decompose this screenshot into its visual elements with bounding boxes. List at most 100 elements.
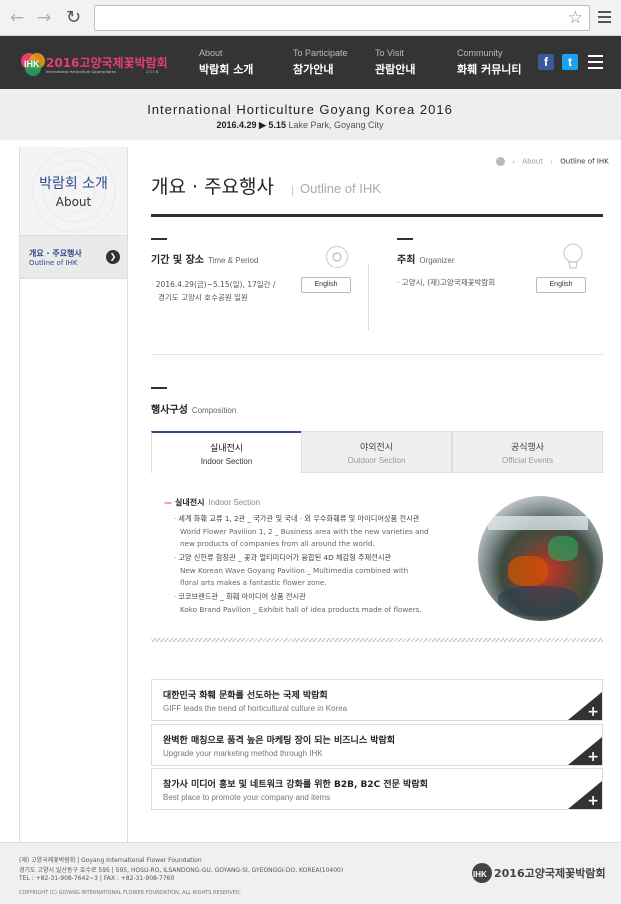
period-heading-en: Time & Period [207,256,259,265]
footer-logo-text: 2016고양국제꽃박람회 [494,867,606,880]
nav-about-en: About [199,48,223,58]
period-english-button[interactable]: English [301,277,351,293]
chevron-right-icon: ❯ [106,250,120,264]
tab-outdoor-en: Outdoor Section [347,456,406,465]
info-divider [368,264,369,330]
sidebar-item-label-ko: 개요 · 주요행사 [29,249,82,258]
feature-item[interactable]: 완벽한 매칭으로 품격 높은 마케팅 장이 되는 비즈니스 박람회 Upgrad… [151,724,603,766]
section-dash [151,387,167,389]
period-heading-ko: 기간 및 장소 [151,255,204,266]
indoor-heading-ko: 실내전시 [175,498,205,507]
plus-icon[interactable]: + [587,705,599,719]
breadcrumb: › About › Outline of IHK [496,157,609,166]
nav-visit-ko: 관람안내 [375,63,416,76]
nav-visit-en: To Visit [375,48,404,58]
reload-icon[interactable]: ↻ [66,8,81,28]
page-title: 개요 · 주요행사 [151,176,274,198]
feature-subtitle: Best place to promote your company and i… [163,793,331,802]
footer-address: 경기도 고양시 일산동구 호수로 595 | 595, HOSU-RO, ILS… [19,867,344,874]
period-heading: 기간 및 장소 Time & Period [151,251,258,266]
item-en1: New Korean Wave Goyang Pavilion _ Multim… [180,565,409,575]
page-subtitle: Outline of IHK [300,181,381,196]
home-icon[interactable] [496,157,505,166]
composition-heading-ko: 행사구성 [151,405,188,416]
lightbulb-icon [561,242,585,278]
indoor-heading-en: Indoor Section [208,498,261,507]
organizer-name: 고양시, (재)고양국제꽃박람회 [401,278,496,287]
list-item: · 고양 신한류 함창관 _ 꽃과 멀티미디어가 융합된 4D 체감형 주제전시관… [174,552,464,590]
arrow-left-icon[interactable]: ← [10,8,24,28]
nav-community[interactable]: Community 화훼 커뮤니티 [457,48,522,77]
clock-icon [326,246,348,268]
svg-text:IHK: IHK [473,870,487,879]
logo-text: 2016고양국제꽃박람회 [46,56,168,70]
tab-official-ko: 공식행사 [510,443,545,453]
footer-contact: TEL : +82-31-908-7642~3 | FAX : +82-31-9… [19,875,175,882]
plus-icon[interactable]: + [587,750,599,764]
organizer-heading: 주최 Organizer [397,251,455,266]
banner-title: International Horticulture Goyang Korea … [147,102,453,117]
item-en1: Koko Brand Pavilion _ Exhibit hall of id… [180,604,422,614]
sidebar-item-label-en: Outline of IHK [29,259,78,267]
star-icon[interactable]: ☆ [568,8,583,28]
footer-copyright: COPYRIGHT (C) GOYANG INTERNATIONAL FLOWE… [19,890,242,896]
facebook-icon[interactable]: f [538,54,554,70]
tab-indoor[interactable]: 실내전시 Indoor Section [151,431,302,473]
item-ko: 고양 신한류 함창관 _ 꽃과 멀티미디어가 융합된 4D 체감형 주제전시관 [178,553,392,562]
nav-community-en: Community [457,48,503,58]
item-ko: 세계 화훼 교류 1, 2관 _ 국가관 및 국내 · 외 우수화훼류 및 아이… [178,514,420,523]
item-en2: floral arts makes a fantastic flower zon… [180,578,327,587]
nav-participate-en: To Participate [293,48,348,58]
arrow-right-icon[interactable]: → [37,8,51,28]
list-item: · 코코브랜드관 _ 화훼 아이디어 상품 전시관 Koko Brand Pavi… [174,591,464,616]
nav-about-ko: 박람회 소개 [199,63,254,76]
breadcrumb-about[interactable]: About [522,158,543,166]
banner-date: 2016.4.29 ▶ 5.15 [216,120,286,130]
logo-subtext: International Horticulture Goyang Korea [46,70,116,74]
feature-item[interactable]: 대한민국 화훼 문화를 선도하는 국제 박람회 GIFF leads the t… [151,679,603,721]
sidebar: 박람회 소개 About 개요 · 주요행사 Outline of IHK ❯ [19,147,128,842]
tab-official[interactable]: 공식행사 Official Events [452,431,603,473]
nav-about[interactable]: About 박람회 소개 [199,48,253,77]
breadcrumb-sep: › [550,157,554,166]
site-footer: (재) 고양국제꽃박람회 | Goyang International Flow… [0,842,621,904]
footer-logo-emblem-icon: IHK [472,863,492,883]
hamburger-menu-icon[interactable] [588,55,603,73]
event-banner: International Horticulture Goyang Korea … [0,89,621,140]
footer-org: (재) 고양국제꽃박람회 | Goyang International Flow… [19,857,202,864]
menu-icon[interactable] [598,11,611,26]
logo-emblem-icon: IHK [21,53,45,76]
item-en2: new products of companies from all aroun… [180,539,375,548]
nav-participate[interactable]: To Participate 참가안내 [293,48,348,77]
nav-visit[interactable]: To Visit 관람안내 [375,48,415,77]
section-dash [151,238,167,240]
period-place: 경기도 고양시 호수공원 일원 [158,293,248,302]
footer-logo: IHK 2016고양국제꽃박람회 [470,859,610,887]
hatched-divider [151,638,603,642]
feature-subtitle: Upgrade your marketing method through IH… [163,749,323,758]
banner-place: Lake Park, Goyang City [288,120,384,130]
breadcrumb-sep: › [512,157,516,166]
organizer-text: · 고양시, (재)고양국제꽃박람회 [397,278,496,287]
tab-indoor-ko: 실내전시 [209,444,244,454]
address-bar[interactable]: ☆ [94,5,590,31]
feature-item[interactable]: 참가사 미디어 홍보 및 네트워크 강화를 위한 B2B, B2C 전문 박람회… [151,768,603,810]
twitter-icon[interactable]: t [562,54,578,70]
feature-title: 대한민국 화훼 문화를 선도하는 국제 박람회 [163,691,328,701]
tab-official-en: Official Events [502,456,553,465]
site-logo[interactable]: IHK 2016고양국제꽃박람회 International Horticult… [18,49,174,79]
item-en1: World Flower Pavilion 1, 2 _ Business ar… [180,526,429,536]
site-header: IHK 2016고양국제꽃박람회 International Horticult… [0,36,621,89]
organizer-english-button[interactable]: English [536,277,586,293]
sidebar-title-ko: 박람회 소개 [39,176,108,192]
sidebar-item-outline[interactable]: 개요 · 주요행사 Outline of IHK ❯ [20,235,127,279]
feature-title: 참가사 미디어 홍보 및 네트워크 강화를 위한 B2B, B2C 전문 박람회 [163,780,428,790]
plus-icon[interactable]: + [587,794,599,808]
period-text: · 2016.4.29(금)~5.15(일), 17일간 / 경기도 고양시 호… [151,280,276,302]
feature-title: 완벽한 매칭으로 품격 높은 마케팅 장이 되는 비즈니스 박람회 [163,736,396,746]
organizer-heading-ko: 주최 [397,255,416,266]
tab-outdoor[interactable]: 야외전시 Outdoor Section [301,431,452,473]
tab-outdoor-ko: 야외전시 [359,443,394,453]
title-divider [151,214,603,217]
section-divider [151,354,603,355]
